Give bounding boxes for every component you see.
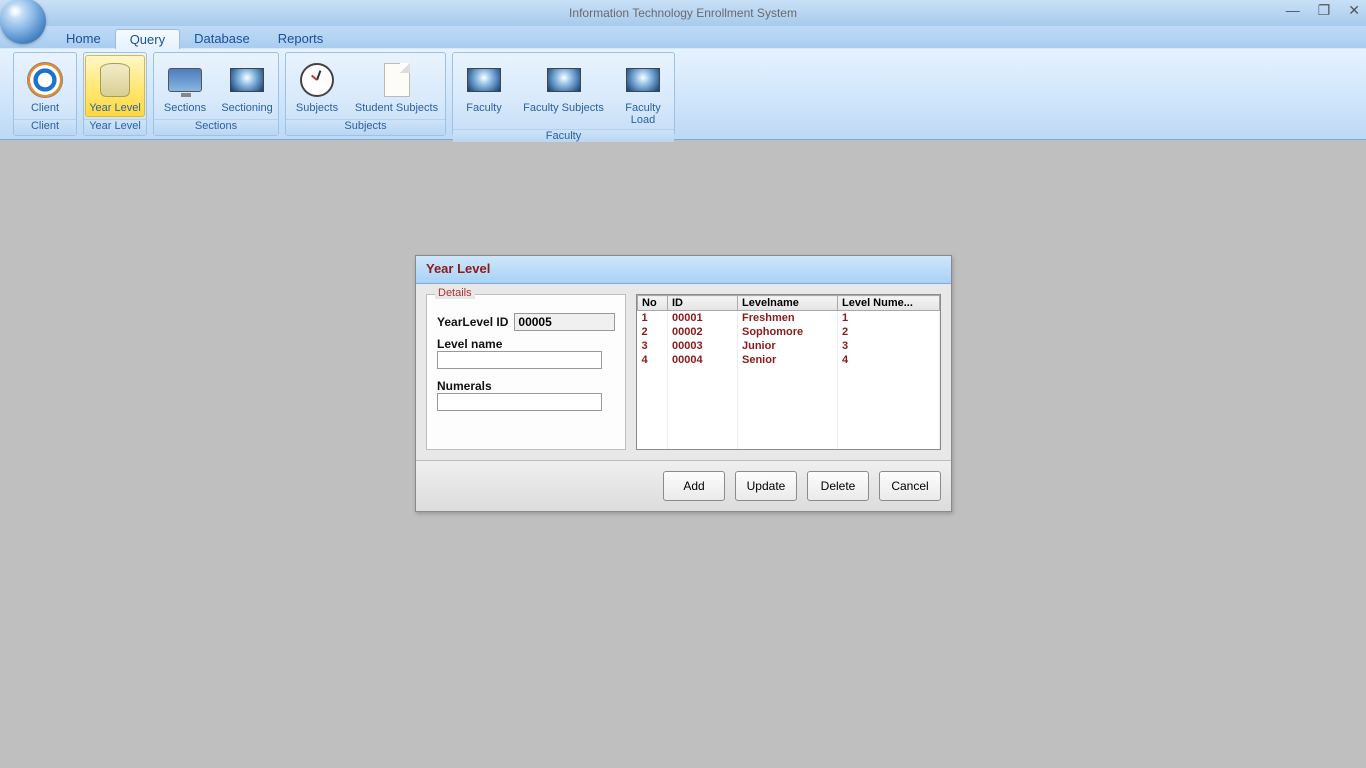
titlebar: Information Technology Enrollment System… (0, 0, 1366, 26)
levelname-input[interactable] (437, 351, 602, 369)
ribbon-group-label: Year Level (84, 119, 146, 135)
maximize-button[interactable]: ❐ (1318, 2, 1331, 19)
table-row-empty (638, 381, 940, 395)
numerals-label: Numerals (437, 379, 492, 393)
screen-icon (227, 60, 267, 100)
ribbon-student-subjects-label: Student Subjects (355, 102, 438, 114)
table-row-empty (638, 367, 940, 381)
ribbon-sections-label: Sections (164, 102, 206, 114)
details-groupbox: Details YearLevel ID Level name Numerals (426, 294, 626, 450)
menu-database[interactable]: Database (180, 29, 264, 48)
ribbon-year-level-label: Year Level (89, 102, 141, 114)
table-row-empty (638, 423, 940, 437)
ribbon-faculty-load-label: Faculty Load (616, 102, 670, 126)
dialog-title: Year Level (416, 256, 951, 284)
minimize-button[interactable]: — (1286, 2, 1300, 19)
lifebuoy-icon (25, 60, 65, 100)
table-row[interactable]: 200002Sophomore2 (638, 325, 940, 339)
col-0[interactable]: No (638, 296, 668, 311)
table-row[interactable]: 100001Freshmen1 (638, 311, 940, 325)
details-legend: Details (435, 287, 475, 299)
numerals-input[interactable] (437, 393, 602, 411)
table-row-empty (638, 437, 940, 451)
ribbon-group-sections: Sections Sectioning Sections (153, 52, 279, 136)
yearlevel-id-input[interactable] (514, 313, 615, 331)
close-button[interactable]: ✕ (1348, 2, 1360, 19)
delete-button[interactable]: Delete (807, 471, 869, 501)
ribbon-group-label: Faculty (453, 129, 674, 142)
doc-icon (377, 60, 417, 100)
ribbon-faculty-subjects-label: Faculty Subjects (523, 102, 604, 114)
table-row-empty (638, 409, 940, 423)
table-row[interactable]: 400004Senior4 (638, 353, 940, 367)
ribbon-group-faculty: FacultyFaculty SubjectsFaculty LoadFacul… (452, 52, 675, 136)
col-3[interactable]: Level Nume... (838, 296, 940, 311)
ribbon-group-label: Sections (154, 119, 278, 135)
ribbon-group-year-level: Year Level Year Level (83, 52, 147, 136)
app-globe-icon (0, 0, 46, 44)
ribbon-subjects-label: Subjects (296, 102, 338, 114)
ribbon-year-level-button[interactable]: Year Level (85, 55, 145, 117)
menu-strip: HomeQueryDatabaseReports (0, 26, 1366, 48)
ribbon: Client Client Year Level Year Level Sections… (0, 48, 1366, 140)
year-level-dialog: Year Level Details YearLevel ID Level na… (415, 255, 952, 512)
ribbon-faculty-label: Faculty (466, 102, 501, 114)
add-button[interactable]: Add (663, 471, 725, 501)
ribbon-group-subjects: Subjects Student Subjects Subjects (285, 52, 446, 136)
col-2[interactable]: Levelname (738, 296, 838, 311)
menu-query[interactable]: Query (115, 29, 180, 49)
ribbon-group-label: Subjects (286, 119, 445, 135)
yearlevel-id-label: YearLevel ID (437, 315, 508, 329)
ribbon-client-button[interactable]: Client (15, 55, 75, 117)
ribbon-group-label: Client (14, 119, 76, 135)
window-title: Information Technology Enrollment System (569, 6, 797, 20)
cancel-button[interactable]: Cancel (879, 471, 941, 501)
ribbon-faculty-button[interactable]: Faculty (454, 55, 514, 127)
ribbon-group-client: Client Client (13, 52, 77, 136)
levelname-label: Level name (437, 337, 502, 351)
clock-icon (297, 60, 337, 100)
table-row-empty (638, 395, 940, 409)
ribbon-faculty-subjects-button[interactable]: Faculty Subjects (516, 55, 611, 127)
update-button[interactable]: Update (735, 471, 797, 501)
ribbon-subjects-button[interactable]: Subjects (287, 55, 347, 117)
screen-icon (623, 60, 663, 100)
table-row[interactable]: 300003Junior3 (638, 339, 940, 353)
screen-icon (464, 60, 504, 100)
db-icon (95, 60, 135, 100)
ribbon-sections-button[interactable]: Sections (155, 55, 215, 117)
ribbon-client-label: Client (31, 102, 59, 114)
menu-reports[interactable]: Reports (264, 29, 338, 48)
screen-icon (544, 60, 584, 100)
ribbon-student-subjects-button[interactable]: Student Subjects (349, 55, 444, 117)
menu-home[interactable]: Home (52, 29, 115, 48)
year-level-table[interactable]: NoIDLevelnameLevel Nume...100001Freshmen… (636, 294, 941, 450)
ribbon-faculty-load-button[interactable]: Faculty Load (613, 55, 673, 127)
ribbon-sectioning-label: Sectioning (221, 102, 272, 114)
dialog-footer: Add Update Delete Cancel (416, 460, 951, 511)
monitor-icon (165, 60, 205, 100)
ribbon-sectioning-button[interactable]: Sectioning (217, 55, 277, 117)
col-1[interactable]: ID (668, 296, 738, 311)
